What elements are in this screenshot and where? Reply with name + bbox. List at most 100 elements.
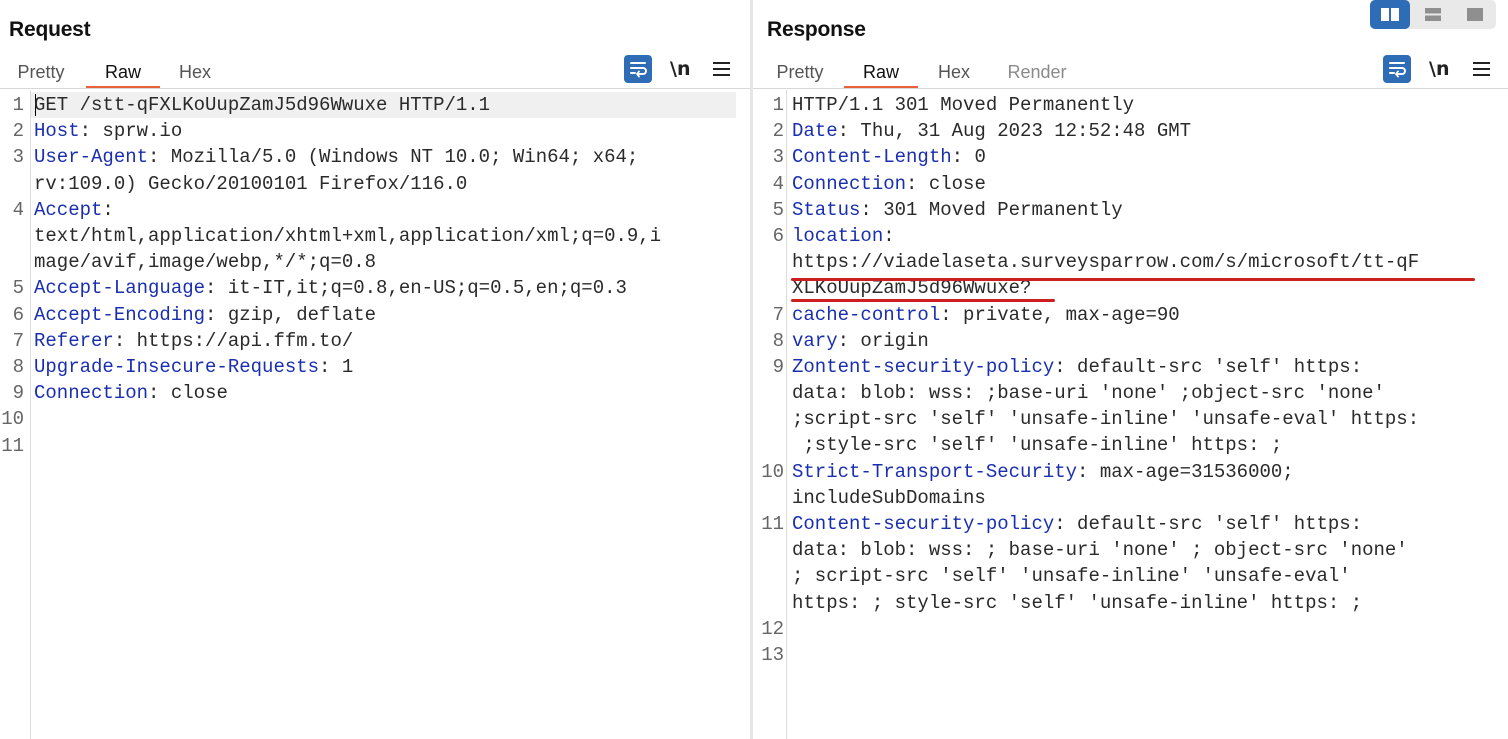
split-rows-icon[interactable] [1413,0,1453,29]
code-line: Host: sprw.io [34,118,661,144]
code-text: : 301 Moved Permanently [860,198,1123,221]
code-text: : close [148,382,228,405]
line-number: 8 [12,356,24,378]
line-number: 6 [772,225,784,247]
header-name: Status [792,198,861,221]
line-number: 7 [772,303,784,326]
code-text: : 0 [951,146,986,169]
code-line: Status: 301 Moved Permanently [792,197,1419,223]
tab-pretty[interactable]: Pretty [773,58,827,86]
line-number-gutter: 1 2 3 4 5 6 7 8 9 10 11 12 13 [753,90,787,739]
header-name: Connection [792,172,907,195]
request-title: Request [9,18,91,41]
header-name: Date [792,120,838,143]
code-text: ; script-src 'self' 'unsafe-inline' 'uns… [792,565,1351,588]
split-columns-icon[interactable] [1370,0,1410,29]
newline-toggle-icon[interactable]: \n [670,55,690,83]
line-number: 1 [12,94,24,116]
tab-raw[interactable]: Raw [844,58,918,88]
code-text: : gzip, deflate [205,303,377,326]
code-text: : private, max-age=90 [940,303,1180,326]
header-name: User-Agent [34,146,149,169]
code-text: data: blob: wss: ;base-uri 'none' ;objec… [792,382,1385,405]
code-text: : [102,198,114,221]
code-text: rv:109.0) Gecko/20100101 Firefox/116.0 [34,172,468,195]
code-line: Strict-Transport-Security: max-age=31536… [792,459,1419,485]
header-name: cache-control [792,303,941,326]
line-number: 10 [1,408,24,431]
code-line: data: blob: wss: ;base-uri 'none' ;objec… [792,380,1419,406]
code-line: HTTP/1.1 301 Moved Permanently [792,92,1419,118]
code-line: Accept: [34,197,661,223]
code-line: https: ; style-src 'self' 'unsafe-inline… [792,590,1419,616]
code-text: includeSubDomains [792,486,986,509]
tab-raw[interactable]: Raw [86,58,160,88]
tab-pretty[interactable]: Pretty [14,58,68,86]
header-name: vary [792,329,838,352]
code-line: Date: Thu, 31 Aug 2023 12:52:48 GMT [792,118,1419,144]
code-line: Zontent-security-policy: default-src 'se… [792,354,1419,380]
tab-divider [0,88,750,89]
layout-switcher [1370,0,1496,29]
code-text: HTTP/1.1 301 Moved Permanently [792,94,1135,116]
tab-hex[interactable]: Hex [934,58,974,86]
code-line: cache-control: private, max-age=90 [792,302,1419,328]
code-text: : sprw.io [79,120,183,143]
response-pane: Response Pretty Raw Hex Render \n 123456… [753,0,1508,739]
code-line: https://viadelaseta.surveysparrow.com/s/… [792,249,1419,275]
header-name: Accept [34,198,103,221]
header-name: Upgrade-Insecure-Requests [34,355,320,378]
code-text: : max-age=31536000; [1077,460,1294,483]
request-toolbar: \n [624,55,744,83]
response-title: Response [767,18,866,41]
header-name: Content-Length [792,146,952,169]
newline-toggle-icon[interactable]: \n [1429,55,1449,83]
response-editor[interactable]: 1 2 3 4 5 6 7 8 9 10 11 12 13 HTTP/1.1 301 Moved Per… [753,90,1508,739]
code-text: : https://api.ffm.to/ [113,329,354,352]
code-text: : origin [837,329,929,352]
wrap-lines-icon[interactable] [624,55,652,83]
wrap-lines-icon[interactable] [1383,55,1411,83]
code-line: Accept-Language: it-IT,it;q=0.8,en-US;q=… [34,275,661,301]
code-line: mage/avif,image/webp,*/*;q=0.8 [34,249,661,275]
response-toolbar: \n [1383,55,1503,83]
header-name: Strict-Transport-Security [792,460,1078,483]
line-number: 13 [761,644,784,667]
menu-icon[interactable] [713,59,731,79]
line-number: 11 [1,434,24,457]
code-line: includeSubDomains [792,485,1419,511]
code-line: Accept-Encoding: gzip, deflate [34,302,661,328]
code-text: https: ; style-src 'self' 'unsafe-inline… [792,591,1363,614]
code-line: Content-Length: 0 [792,144,1419,170]
code-text: https://viadelaseta.surveysparrow.com/s/… [792,251,1420,274]
header-name: Host [34,120,80,143]
tab-hex[interactable]: Hex [175,58,215,86]
code-text: : Mozilla/5.0 (Windows NT 10.0; Win64; x… [148,146,639,169]
code-line: Referer: https://api.ffm.to/ [34,328,661,354]
single-pane-icon[interactable] [1455,0,1495,29]
code-line: Content-security-policy: default-src 'se… [792,511,1419,537]
tab-render[interactable]: Render [1004,58,1070,86]
code-line: ;script-src 'self' 'unsafe-inline' 'unsa… [792,406,1419,432]
highlight-underline [791,299,1055,302]
header-name: Accept-Encoding [34,303,206,326]
request-editor[interactable]: 1 2 3 4 5 6 7 8 9 10 11 GET /stt-qFXLKoUupZamJ5d96… [0,90,750,739]
tab-divider [753,88,1508,89]
line-number: 2 [772,120,784,143]
line-number: 10 [761,460,784,483]
code-line: text/html,application/xhtml+xml,applicat… [34,223,661,249]
line-number: 8 [772,329,784,352]
line-number: 9 [772,356,784,378]
line-number: 2 [12,120,24,143]
code-text: : close [906,172,986,195]
line-number: 5 [772,198,784,221]
code-text: mage/avif,image/webp,*/*;q=0.8 [34,251,377,274]
menu-icon[interactable] [1473,59,1491,79]
header-name: Accept-Language [34,277,206,300]
code-text: : default-src 'self' https: [1054,513,1363,535]
code-line: ;style-src 'self' 'unsafe-inline' https:… [792,432,1419,458]
code-text: GET /stt-qFXLKoUupZamJ5d96Wwuxe HTTP/1.1 [34,94,491,116]
code-text: ;script-src 'self' 'unsafe-inline' 'unsa… [792,408,1420,431]
code-line: rv:109.0) Gecko/20100101 Firefox/116.0 [34,171,661,197]
code-text: text/html,application/xhtml+xml,applicat… [34,224,662,247]
